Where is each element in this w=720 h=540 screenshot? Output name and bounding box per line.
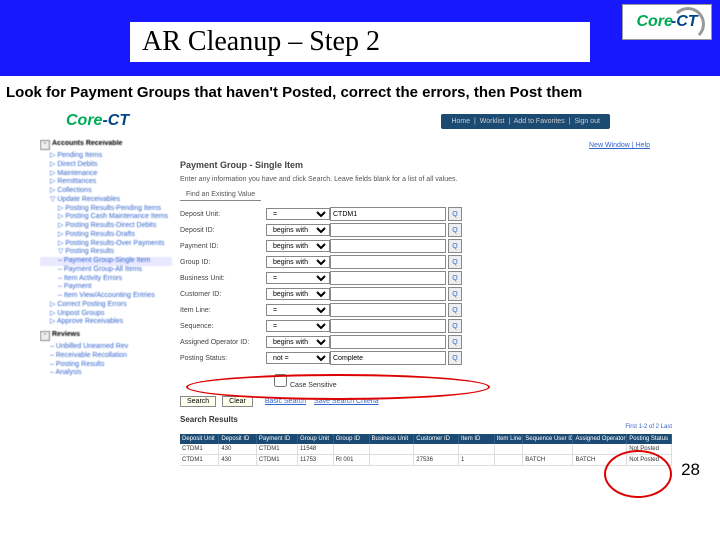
value-input[interactable] [330,335,446,349]
op-select[interactable]: = [266,272,330,284]
field-row: Business Unit:= Q [180,271,670,285]
search-form: Payment Group - Single Item Enter any in… [180,160,670,466]
op-select[interactable]: begins with [266,240,330,252]
title-banner: AR Cleanup – Step 2 Core-CT [0,0,720,76]
value-input[interactable] [330,255,446,269]
basic-search-link[interactable]: Basic Search [265,398,306,405]
field-row: Group ID:begins with Q [180,255,670,269]
lookup-icon[interactable]: Q [448,271,462,285]
lookup-icon[interactable]: Q [448,239,462,253]
app-logo: Core-CT [66,112,129,130]
new-window-link[interactable]: New Window | Help [589,142,650,149]
field-row: Item Line:= Q [180,303,670,317]
table-row[interactable]: CTDM1430CTDM111753RI 001275361BATCHBATCH… [180,455,672,466]
table-row[interactable]: CTDM1430CTDM111548Not Posted [180,444,672,455]
field-row: Sequence:= Q [180,319,670,333]
save-search-link[interactable]: Save Search Criteria [314,398,379,405]
value-input[interactable] [330,351,446,365]
op-select[interactable]: begins with [266,224,330,236]
header-links[interactable]: Home | Worklist | Add to Favorites | Sig… [441,114,610,129]
clear-button[interactable]: Clear [222,396,253,407]
app-screenshot: Core-CT Home | Worklist | Add to Favorit… [40,108,680,528]
op-select[interactable]: begins with [266,336,330,348]
results-grid[interactable]: Deposit UnitDeposit IDPayment IDGroup Un… [180,434,672,466]
lookup-icon[interactable]: Q [448,303,462,317]
search-results-label: Search Results [180,415,670,424]
value-input[interactable] [330,319,446,333]
value-input[interactable] [330,223,446,237]
lookup-icon[interactable]: Q [448,223,462,237]
field-row: Posting Status:not = Q [180,351,670,365]
slide-title: AR Cleanup – Step 2 [130,22,590,62]
lookup-icon[interactable]: Q [448,255,462,269]
lookup-icon[interactable]: Q [448,319,462,333]
lookup-icon[interactable]: Q [448,207,462,221]
op-select[interactable]: begins with [266,288,330,300]
lookup-icon[interactable]: Q [448,287,462,301]
op-select[interactable]: = [266,304,330,316]
page-title: Payment Group - Single Item [180,160,670,170]
op-select[interactable]: = [266,320,330,332]
op-select[interactable]: begins with [266,256,330,268]
op-select[interactable]: = [266,208,330,220]
field-row: Deposit ID:begins with Q [180,223,670,237]
results-count: First 1-2 of 2 Last [180,424,672,430]
op-select[interactable]: not = [266,352,330,364]
left-nav[interactable]: -Accounts Receivable ▷ Pending Items ▷ D… [40,138,172,378]
field-row: Customer ID:begins with Q [180,287,670,301]
nav-current[interactable]: – Payment Group-Single Item [40,257,172,266]
hint-text: Enter any information you have and click… [180,176,670,183]
value-input[interactable] [330,239,446,253]
corect-logo: Core-CT [622,4,712,40]
value-input[interactable] [330,287,446,301]
instruction-text: Look for Payment Groups that haven't Pos… [6,84,714,101]
tab-find[interactable]: Find an Existing Value [180,189,261,201]
collapse-icon[interactable]: - [40,140,50,150]
field-row: Deposit Unit:= Q [180,207,670,221]
lookup-icon[interactable]: Q [448,351,462,365]
field-row: Payment ID:begins with Q [180,239,670,253]
value-input[interactable] [330,207,446,221]
slide-number: 28 [681,460,700,480]
value-input[interactable] [330,303,446,317]
value-input[interactable] [330,271,446,285]
case-sensitive-check[interactable]: Case Sensitive [270,371,670,390]
search-button[interactable]: Search [180,396,216,407]
lookup-icon[interactable]: Q [448,335,462,349]
field-row: Assigned Operator ID:begins with Q [180,335,670,349]
